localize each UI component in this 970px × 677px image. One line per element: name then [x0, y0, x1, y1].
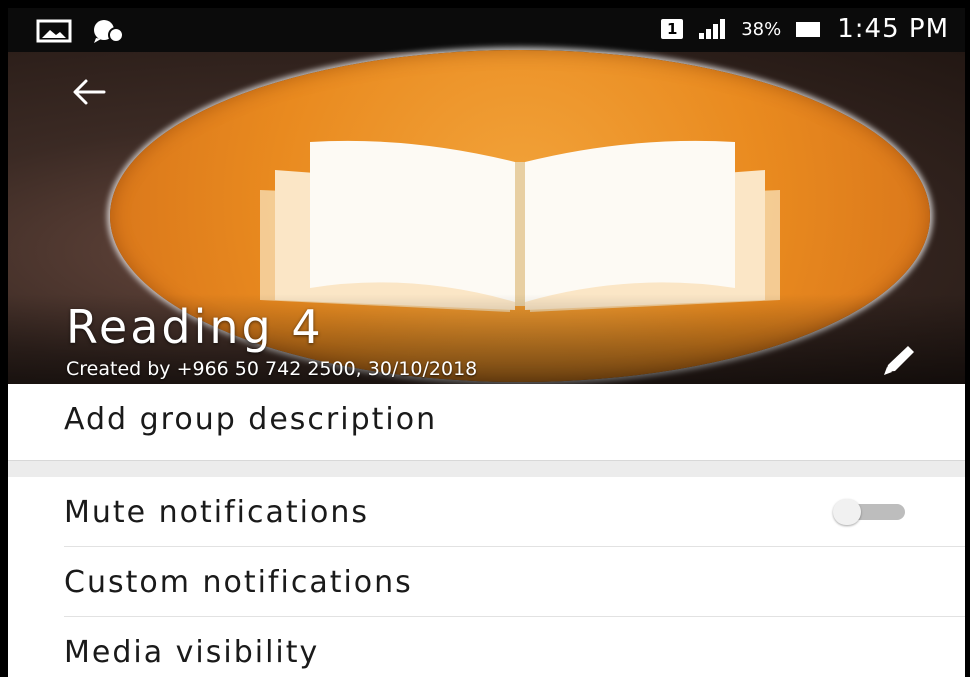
status-left-icons	[36, 18, 124, 44]
mute-notifications-label: Mute notifications	[64, 495, 369, 530]
sim-indicator: 1	[661, 19, 684, 39]
picture-icon	[36, 19, 72, 43]
signal-icon	[699, 19, 726, 39]
back-button[interactable]	[64, 70, 116, 114]
mute-notifications-toggle[interactable]	[833, 499, 905, 525]
media-visibility-label: Media visibility	[64, 635, 320, 670]
whatsapp-icon	[94, 20, 124, 43]
status-bar: 1 38% 1:45 PM	[8, 8, 965, 52]
section-divider	[8, 461, 965, 477]
custom-notifications-label: Custom notifications	[64, 565, 413, 600]
battery-icon	[796, 22, 821, 37]
clock: 1:45 PM	[837, 14, 949, 44]
screenshot-frame: 1 38% 1:45 PM Reading 4 Created by +966 …	[0, 0, 970, 677]
edit-group-button[interactable]	[874, 338, 926, 382]
group-name: Reading 4	[66, 300, 324, 354]
add-description-label: Add group description	[64, 402, 438, 437]
group-created-by: Created by +966 50 742 2500, 30/10/2018	[66, 358, 478, 380]
add-group-description-row[interactable]: Add group description	[8, 384, 965, 461]
toggle-thumb	[833, 499, 861, 525]
battery-percent: 38%	[741, 18, 782, 40]
arrow-left-icon	[73, 79, 106, 105]
mute-notifications-row[interactable]: Mute notifications	[8, 477, 965, 547]
custom-notifications-row[interactable]: Custom notifications	[8, 547, 965, 617]
phone-screen: 1 38% 1:45 PM Reading 4 Created by +966 …	[8, 8, 965, 677]
media-visibility-row[interactable]: Media visibility	[8, 617, 965, 677]
pencil-icon	[884, 346, 914, 375]
group-header: Reading 4 Created by +966 50 742 2500, 3…	[8, 50, 965, 384]
status-right: 1 38% 1:45 PM	[661, 14, 949, 44]
